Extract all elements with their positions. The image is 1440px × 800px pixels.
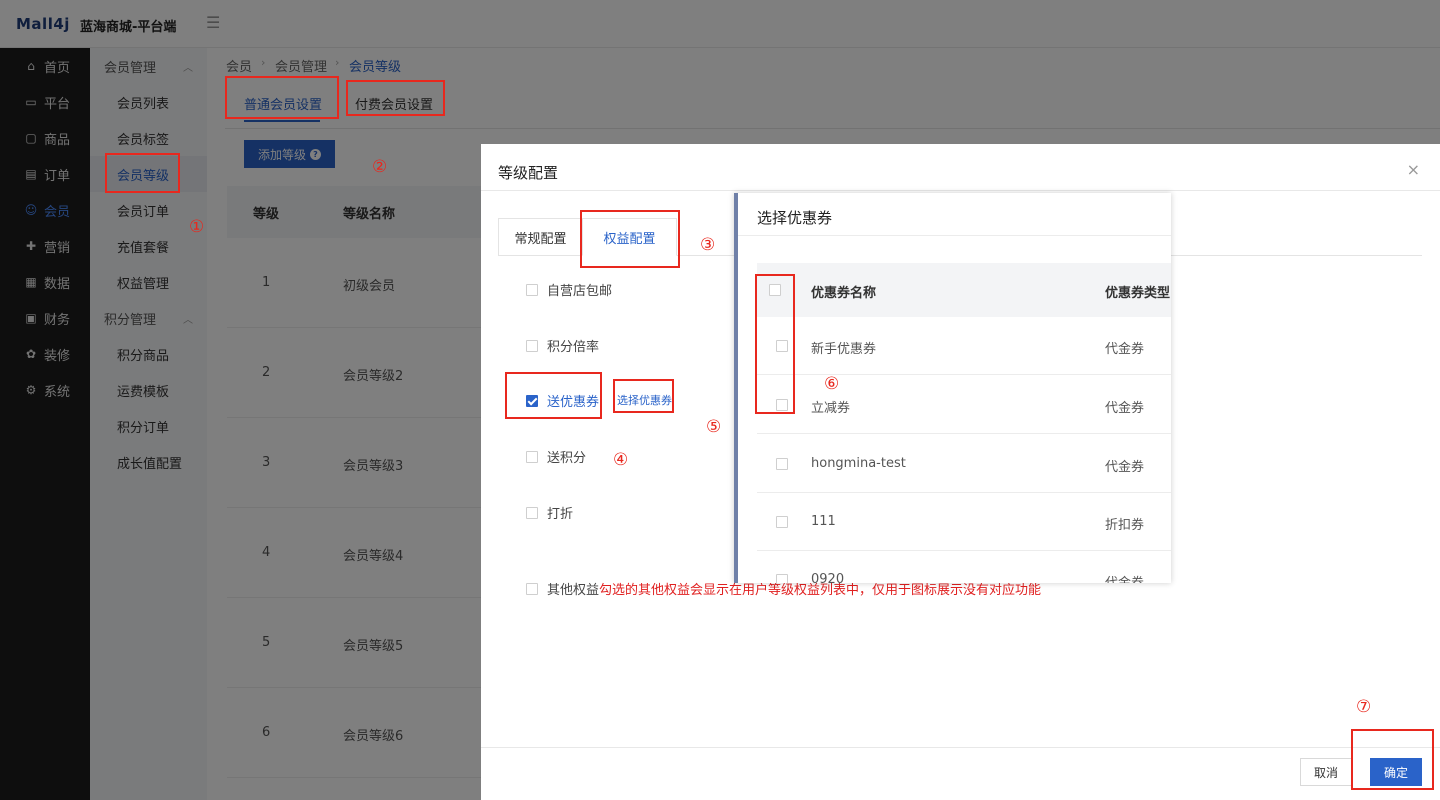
checkbox[interactable] xyxy=(526,582,538,595)
checkbox[interactable] xyxy=(776,516,788,528)
divider xyxy=(481,747,1440,748)
checkbox[interactable] xyxy=(776,458,788,470)
coupon-picker-dialog: 选择优惠券 优惠券名称 优惠券类型 新手优惠券 代金券 立减券 代金券 hongmi… xyxy=(734,193,1171,583)
annotation-box xyxy=(1351,729,1434,790)
annotation-number: ⑤ xyxy=(706,417,722,437)
annotation-box xyxy=(580,210,680,268)
checkbox[interactable] xyxy=(526,506,538,519)
annotation-number: ④ xyxy=(613,450,629,470)
cancel-button[interactable]: 取消 xyxy=(1300,758,1352,786)
perk-free-shipping[interactable]: 自营店包邮 xyxy=(526,280,612,299)
checkbox[interactable] xyxy=(526,283,538,296)
annotation-box xyxy=(505,372,602,419)
tab-general-config[interactable]: 常规配置 xyxy=(498,218,583,256)
annotation-box xyxy=(105,153,180,193)
column-header: 优惠券名称 xyxy=(811,286,877,301)
divider xyxy=(481,190,1440,191)
annotation-box xyxy=(613,379,674,413)
column-header: 优惠券类型 xyxy=(1105,286,1171,301)
annotation-box xyxy=(755,274,795,414)
annotation-box xyxy=(225,76,339,119)
dialog-title: 等级配置 xyxy=(498,164,559,182)
perk-discount[interactable]: 打折 xyxy=(526,503,573,522)
table-row[interactable]: 111 折扣券 xyxy=(757,493,1171,551)
table-row[interactable]: 0920代金券 xyxy=(757,551,1171,583)
checkbox[interactable] xyxy=(526,339,538,352)
checkbox[interactable] xyxy=(526,450,538,463)
annotation-number: ⑦ xyxy=(1356,697,1372,717)
annotation-box xyxy=(346,80,445,116)
picker-title: 选择优惠券 xyxy=(757,209,833,227)
perk-send-points[interactable]: 送积分 xyxy=(526,447,586,466)
checkbox[interactable] xyxy=(776,574,788,583)
perk-points-multiplier[interactable]: 积分倍率 xyxy=(526,336,599,355)
divider xyxy=(738,235,1171,236)
table-row[interactable]: 新手优惠券 代金券 xyxy=(757,317,1171,375)
table-row[interactable]: hongmina-test 代金券 xyxy=(757,435,1171,493)
annotation-number: ① xyxy=(189,217,205,237)
annotation-number: ③ xyxy=(700,235,716,255)
table-header: 优惠券名称 优惠券类型 xyxy=(757,263,1171,317)
close-icon[interactable]: × xyxy=(1407,160,1420,179)
annotation-number: ② xyxy=(372,157,388,177)
annotation-number: ⑥ xyxy=(824,374,840,394)
table-row[interactable]: 立减券 代金券 xyxy=(757,376,1171,434)
